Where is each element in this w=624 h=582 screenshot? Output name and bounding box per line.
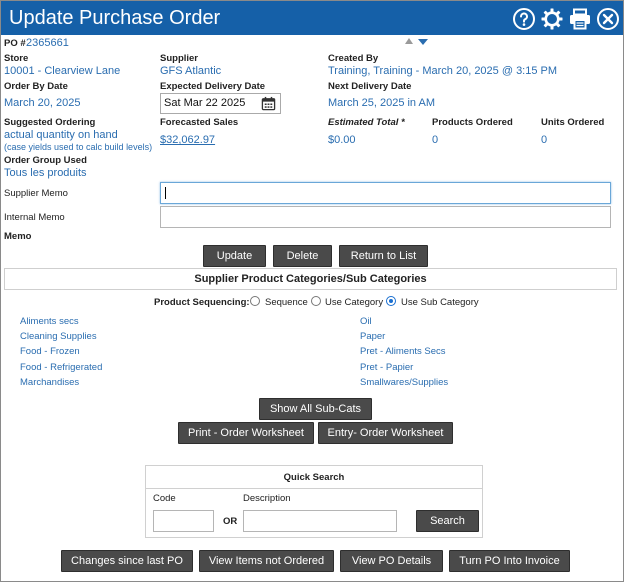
help-icon[interactable]	[512, 7, 536, 31]
next-delivery-label: Next Delivery Date	[328, 81, 412, 92]
view-po-details-button[interactable]: View PO Details	[340, 550, 443, 572]
store-value: 10001 - Clearview Lane	[4, 65, 121, 77]
expected-delivery-date-value: Sat Mar 22 2025	[164, 97, 246, 109]
store-label: Store	[4, 53, 29, 64]
use-sub-category-radio[interactable]	[386, 296, 396, 306]
internal-memo-label: Internal Memo	[4, 212, 65, 223]
changes-since-last-po-button[interactable]: Changes since last PO	[61, 550, 193, 572]
code-label: Code	[153, 493, 176, 504]
forecasted-sales-label: Forecasted Sales	[160, 117, 239, 128]
suggested-ordering-value: actual quantity on hand	[4, 129, 118, 141]
use-sub-category-option-label: Use Sub Category	[401, 297, 479, 308]
category-link[interactable]: Pret - Papier	[360, 362, 413, 373]
show-all-sub-cats-button[interactable]: Show All Sub-Cats	[259, 398, 372, 420]
units-ordered-label: Units Ordered	[541, 117, 605, 128]
sequence-option-label: Sequence	[265, 297, 308, 308]
search-button[interactable]: Search	[416, 510, 479, 532]
memo-label: Memo	[4, 231, 32, 242]
order-by-value: March 20, 2025	[4, 97, 81, 109]
print-icon[interactable]	[568, 7, 592, 31]
quick-search-panel: Quick Search Code Description OR Search	[145, 465, 483, 538]
category-link[interactable]: Food - Frozen	[20, 346, 80, 357]
supplier-memo-label: Supplier Memo	[4, 188, 68, 199]
category-link[interactable]: Food - Refrigerated	[20, 362, 102, 373]
page-title: Update Purchase Order	[9, 7, 221, 29]
sort-up-icon[interactable]	[405, 38, 413, 44]
created-by-value: Training, Training - March 20, 2025 @ 3:…	[328, 65, 558, 77]
po-number: 2365661	[26, 37, 69, 49]
order-group-value: Tous les produits	[4, 167, 87, 179]
use-category-option-label: Use Category	[325, 297, 384, 308]
delete-button[interactable]: Delete	[273, 245, 332, 267]
category-link[interactable]: Aliments secs	[20, 316, 79, 327]
return-to-list-button[interactable]: Return to List	[339, 245, 428, 267]
quick-search-divider	[146, 488, 482, 489]
order-by-label: Order By Date	[4, 81, 68, 92]
products-ordered-label: Products Ordered	[432, 117, 513, 128]
po-label: PO #	[4, 38, 26, 49]
forecasted-sales-link[interactable]: $32,062.97	[160, 134, 215, 146]
sequence-radio[interactable]	[250, 296, 260, 306]
estimated-total-value: $0.00	[328, 134, 356, 146]
categories-header: Supplier Product Categories/Sub Categori…	[4, 268, 617, 290]
quick-search-title: Quick Search	[283, 472, 345, 483]
close-icon[interactable]	[596, 7, 620, 31]
sort-down-icon[interactable]	[418, 39, 428, 45]
code-input[interactable]	[153, 510, 214, 532]
category-link[interactable]: Cleaning Supplies	[20, 331, 97, 342]
category-link[interactable]: Oil	[360, 316, 372, 327]
category-link[interactable]: Marchandises	[20, 377, 79, 388]
calendar-icon[interactable]	[261, 96, 276, 111]
description-label: Description	[243, 493, 291, 504]
or-label: OR	[223, 516, 238, 527]
units-ordered-value: 0	[541, 134, 548, 146]
expected-delivery-label: Expected Delivery Date	[160, 81, 266, 92]
sequencing-label: Product Sequencing:	[154, 297, 250, 308]
update-button[interactable]: Update	[203, 245, 266, 267]
description-input[interactable]	[243, 510, 397, 532]
next-delivery-value: March 25, 2025 in AM	[328, 97, 436, 109]
internal-memo-input[interactable]	[160, 206, 611, 228]
suggested-ordering-note: (case yields used to calc build levels)	[4, 142, 153, 152]
category-link[interactable]: Pret - Aliments Secs	[360, 346, 446, 357]
category-link[interactable]: Paper	[360, 331, 385, 342]
created-by-label: Created By	[328, 53, 379, 64]
view-items-not-ordered-button[interactable]: View Items not Ordered	[199, 550, 334, 572]
turn-po-into-invoice-button[interactable]: Turn PO Into Invoice	[449, 550, 570, 572]
gear-icon[interactable]	[540, 7, 564, 31]
supplier-value: GFS Atlantic	[160, 65, 222, 77]
supplier-memo-input[interactable]	[160, 182, 611, 204]
suggested-ordering-label: Suggested Ordering	[4, 117, 96, 128]
category-link[interactable]: Smallwares/Supplies	[360, 377, 448, 388]
use-category-radio[interactable]	[311, 296, 321, 306]
estimated-total-label: Estimated Total *	[328, 117, 405, 128]
products-ordered-value: 0	[432, 134, 439, 146]
title-bar: Update Purchase Order	[1, 1, 623, 35]
order-group-label: Order Group Used	[4, 155, 87, 166]
text-caret	[165, 187, 166, 199]
entry-order-worksheet-button[interactable]: Entry- Order Worksheet	[318, 422, 453, 444]
supplier-label: Supplier	[160, 53, 199, 64]
print-order-worksheet-button[interactable]: Print - Order Worksheet	[178, 422, 314, 444]
expected-delivery-date-field[interactable]: Sat Mar 22 2025	[160, 93, 281, 114]
